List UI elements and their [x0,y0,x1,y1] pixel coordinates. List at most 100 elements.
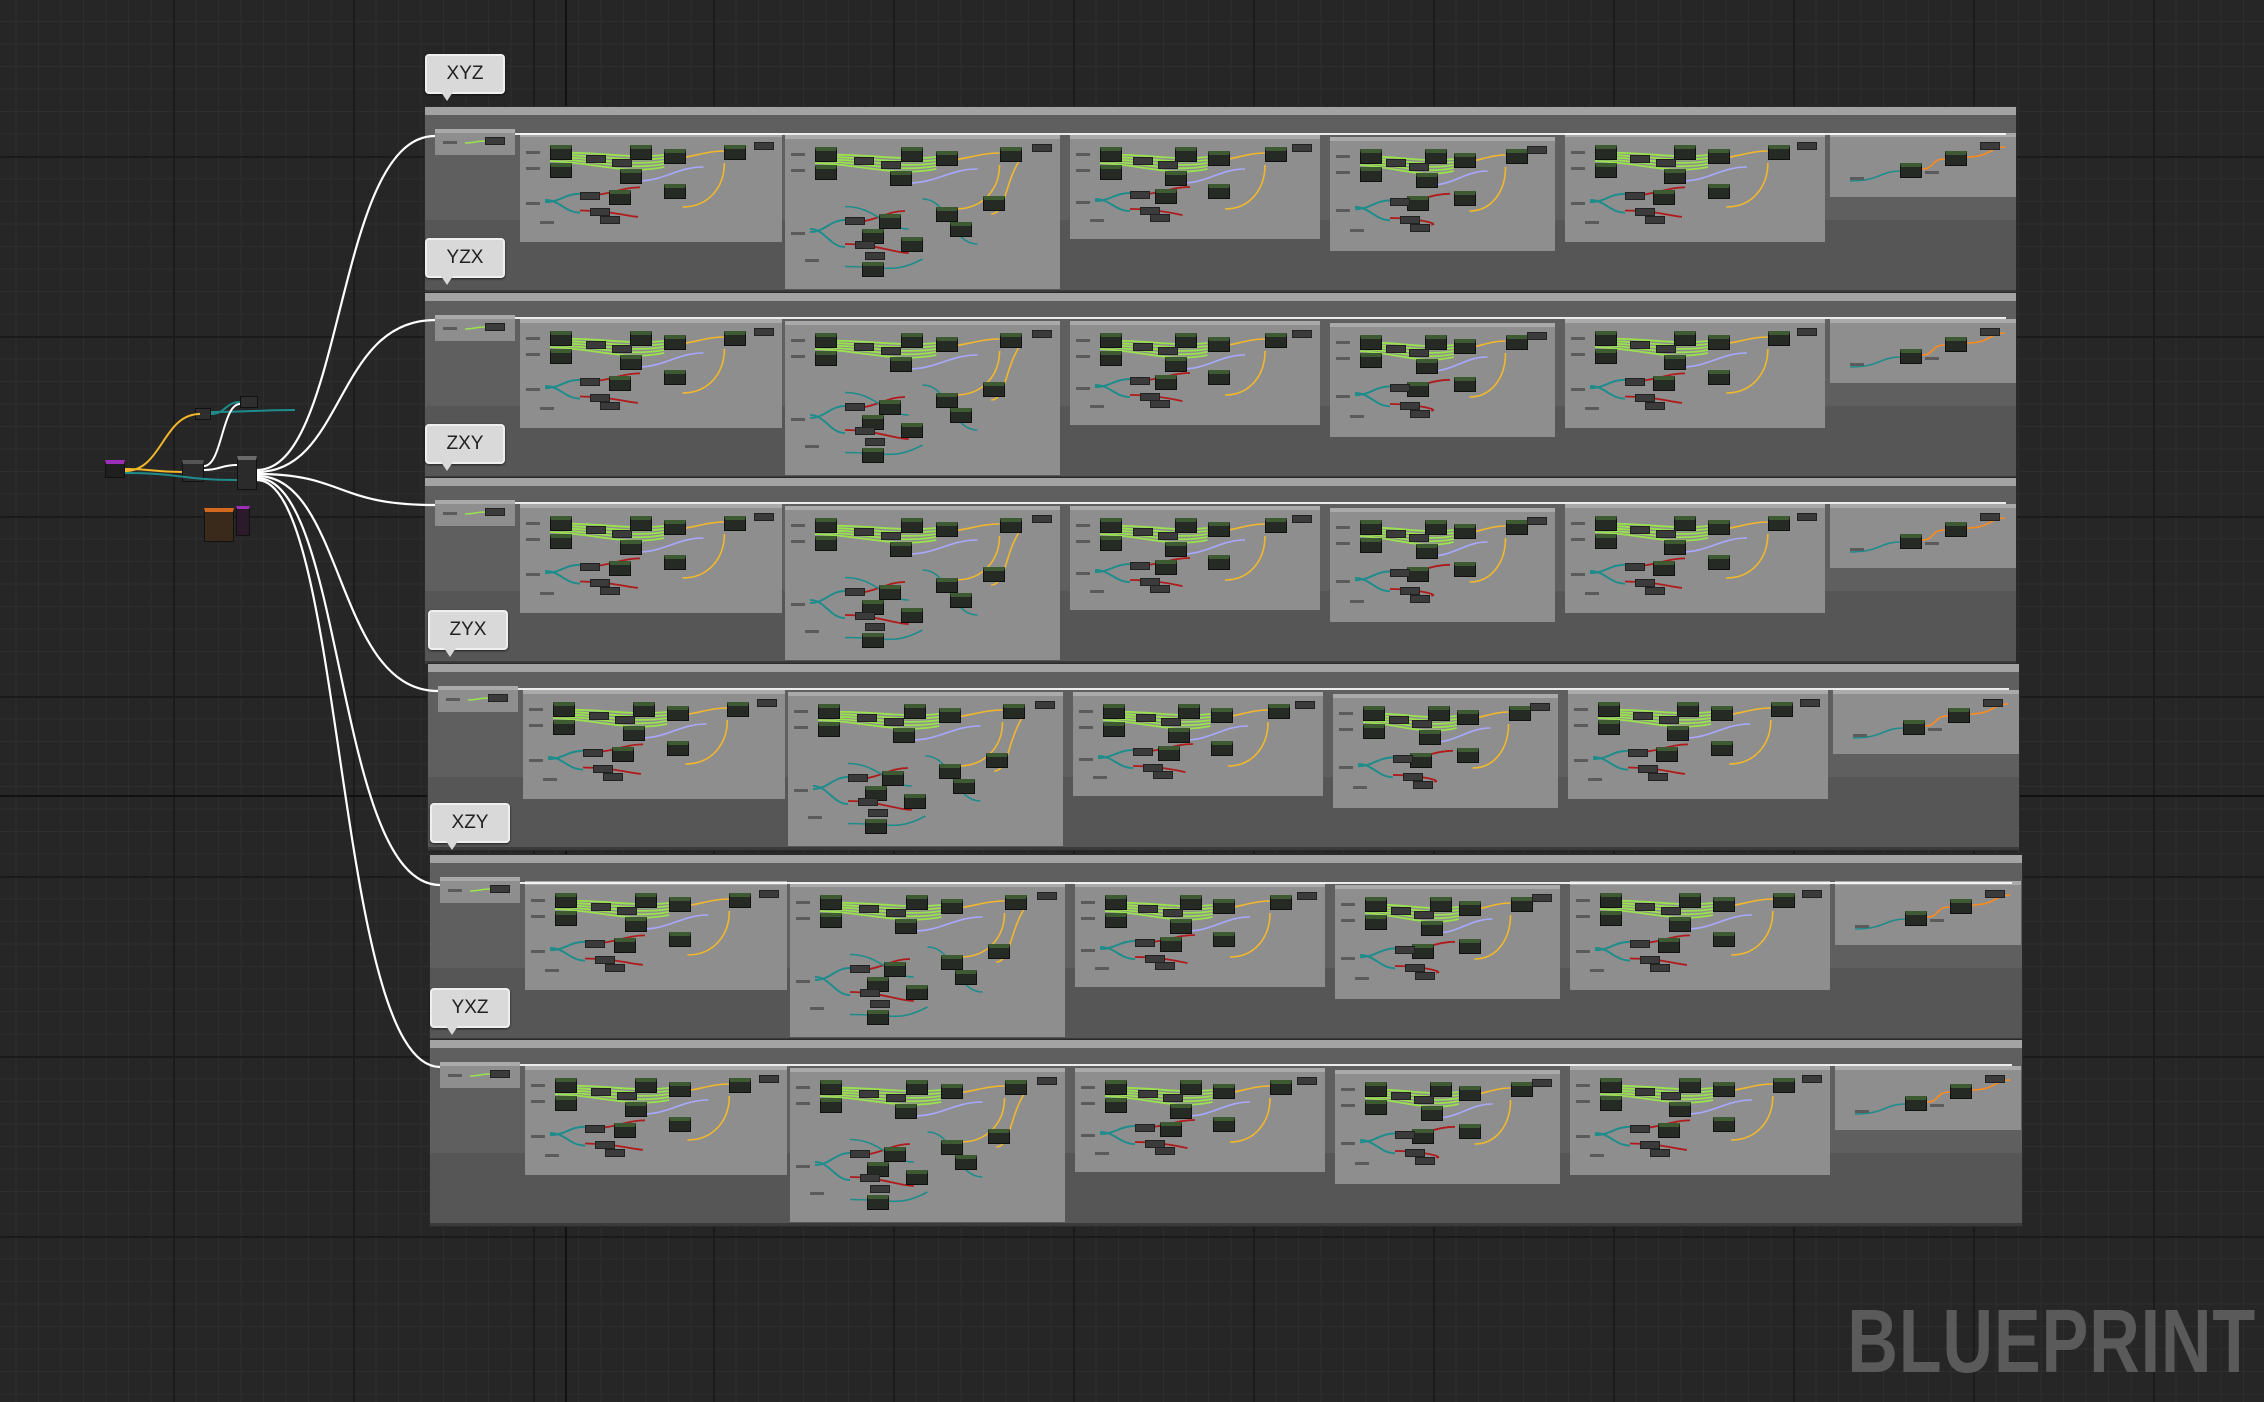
variable-getter-node[interactable] [850,1150,870,1158]
variable-getter-node[interactable] [1395,1131,1415,1140]
function-node[interactable] [986,753,1008,768]
function-node[interactable] [1427,706,1450,721]
function-node[interactable] [609,189,632,205]
variable-getter-node[interactable] [858,1090,879,1098]
variable-getter-node[interactable] [1980,142,2000,150]
function-node[interactable] [724,331,747,346]
function-node[interactable] [1004,895,1027,910]
function-node[interactable] [999,518,1022,533]
variable-getter-node[interactable] [1797,328,1817,336]
function-node[interactable] [630,516,653,531]
variable-getter-node[interactable] [1386,530,1407,538]
variable-getter-node[interactable] [1408,534,1429,542]
variable-getter-node[interactable] [1295,701,1315,709]
variable-getter-node[interactable] [1132,157,1153,165]
comment-group-zyx[interactable] [428,664,2019,850]
function-node[interactable] [1595,516,1617,531]
function-node[interactable] [630,331,653,346]
function-node[interactable] [1103,722,1125,737]
function-node[interactable] [1663,355,1686,370]
variable-getter-node[interactable] [1153,771,1173,779]
sub-comment-box[interactable] [1830,319,2016,383]
variable-getter-node[interactable] [1408,163,1429,171]
variable-getter-node[interactable] [757,699,777,707]
function-node[interactable] [815,147,837,162]
function-node[interactable] [999,333,1022,348]
function-node[interactable] [1105,1080,1127,1095]
variable-getter-node[interactable] [1150,585,1170,593]
function-node[interactable] [1210,708,1233,723]
function-node[interactable] [1505,149,1528,164]
variable-getter-node[interactable] [754,142,774,150]
variable-getter-node[interactable] [1155,1147,1175,1155]
make-array-node-orange[interactable] [204,508,234,542]
function-node[interactable] [983,567,1005,582]
function-node[interactable] [1207,522,1230,537]
variable-getter-node[interactable] [881,532,902,540]
function-node[interactable] [1160,937,1182,952]
variable-getter-node[interactable] [855,612,875,620]
variable-getter-node[interactable] [1985,1075,2005,1083]
variable-getter-node[interactable] [488,694,508,702]
function-node[interactable] [1207,370,1230,385]
function-node[interactable] [550,331,572,346]
variable-getter-node[interactable] [1390,569,1410,578]
sub-comment-box[interactable] [523,690,785,799]
function-node[interactable] [1595,163,1617,178]
function-node[interactable] [818,704,840,719]
function-node[interactable] [1505,335,1528,350]
function-node[interactable] [555,1096,577,1111]
function-node[interactable] [894,1104,917,1119]
function-node[interactable] [1458,901,1481,916]
variable-getter-node[interactable] [1292,144,1312,152]
function-node[interactable] [983,196,1005,211]
function-node[interactable] [1948,708,1970,723]
function-node[interactable] [1165,357,1187,372]
function-node[interactable] [950,221,972,237]
function-node[interactable] [903,793,926,809]
comment-bubble-xzy[interactable]: XZY [430,803,510,850]
function-node[interactable] [1418,730,1441,745]
sub-comment-box[interactable] [790,883,1065,1037]
variable-getter-node[interactable] [1410,409,1430,418]
function-node[interactable] [1180,895,1202,910]
function-node[interactable] [936,337,959,352]
function-node[interactable] [1663,540,1686,555]
variable-getter-node[interactable] [1132,528,1153,536]
sub-comment-box[interactable] [1570,881,1830,990]
function-node[interactable] [1212,899,1235,914]
variable-node-dark[interactable] [182,460,204,482]
function-node[interactable] [550,534,572,549]
variable-getter-node[interactable] [759,1075,779,1083]
get-node-top-right[interactable] [240,396,258,408]
function-node[interactable] [1600,893,1622,908]
function-node[interactable] [862,262,884,277]
sub-comment-box[interactable] [1330,323,1555,437]
function-node[interactable] [1100,518,1122,533]
function-node[interactable] [1363,724,1385,739]
function-node[interactable] [1950,899,1972,914]
sub-comment-box[interactable] [1568,690,1828,799]
sub-comment-box[interactable] [1833,690,2019,754]
variable-getter-node[interactable] [1150,214,1170,222]
sub-comment-box[interactable] [1070,135,1320,239]
comment-bubble-zxy[interactable]: ZXY [425,424,505,471]
function-node[interactable] [941,1084,964,1099]
function-node[interactable] [941,1139,964,1155]
function-node[interactable] [900,236,923,252]
function-node[interactable] [612,746,635,762]
function-node[interactable] [936,577,959,593]
variable-getter-node[interactable] [865,622,885,631]
variable-getter-node[interactable] [1635,903,1655,911]
function-node[interactable] [1415,359,1438,374]
function-node[interactable] [1415,544,1438,559]
sub-comment-box[interactable] [1333,694,1558,808]
function-node[interactable] [1212,1117,1235,1132]
function-node[interactable] [1903,720,1925,735]
variable-getter-node[interactable] [490,1070,510,1078]
variable-getter-node[interactable] [1032,515,1052,523]
variable-getter-node[interactable] [1648,772,1668,781]
variable-getter-node[interactable] [845,588,865,596]
variable-getter-node[interactable] [1635,1088,1655,1096]
function-node[interactable] [664,335,687,350]
